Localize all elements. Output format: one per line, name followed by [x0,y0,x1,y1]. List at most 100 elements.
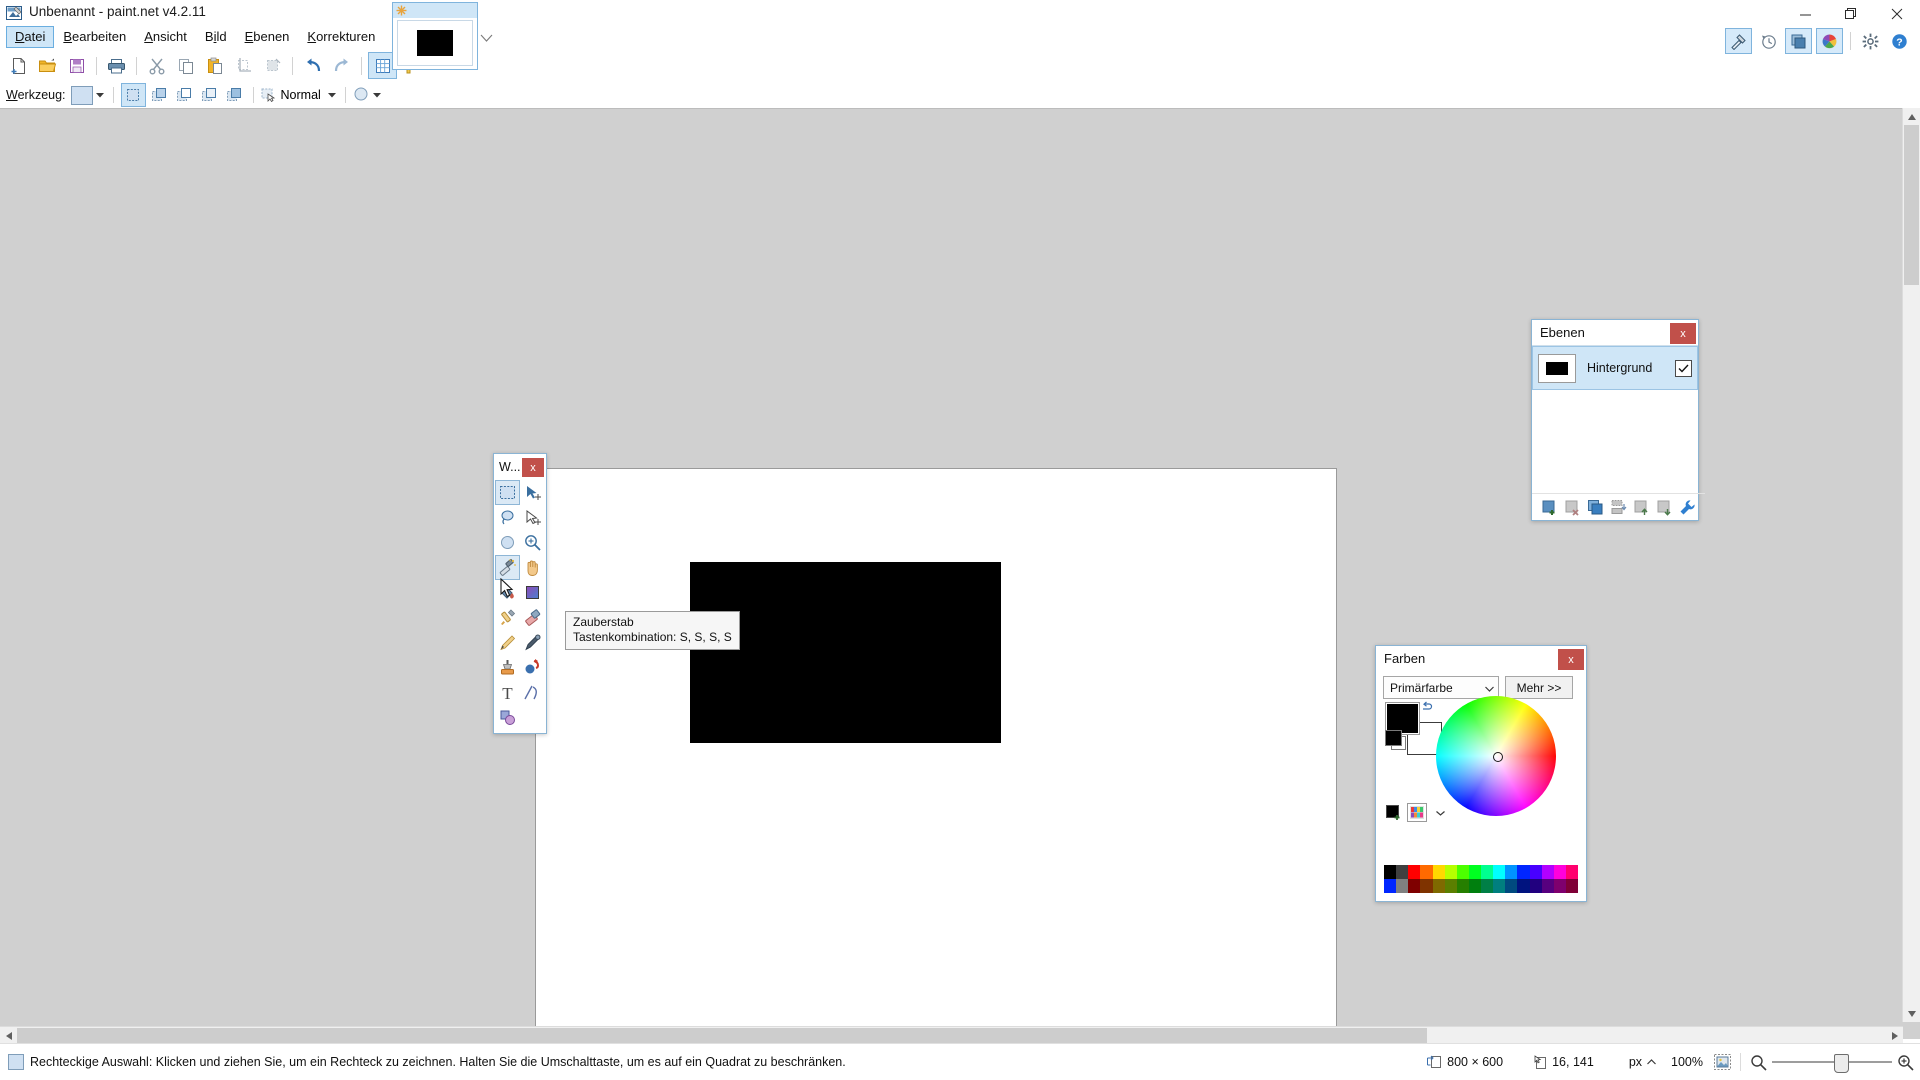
palette-swatch[interactable] [1493,865,1506,879]
vertical-scrollbar[interactable] [1902,108,1920,1022]
tools-window-icon[interactable] [1725,28,1752,54]
palette-swatch[interactable] [1384,879,1397,893]
more-colors-button[interactable]: Mehr >> [1505,676,1573,699]
palette-swatch[interactable] [1384,865,1397,879]
tab-overflow-chevron-icon[interactable] [480,32,493,46]
selection-mode-intersect[interactable] [223,84,246,106]
maximize-button[interactable] [1828,0,1874,28]
paste-icon[interactable] [201,53,228,78]
palette-swatch[interactable] [1565,865,1578,879]
move-selected-tool[interactable] [520,480,545,505]
palette-swatch[interactable] [1553,865,1566,879]
new-icon[interactable] [5,53,32,78]
palette-swatch[interactable] [1456,879,1469,893]
text-tool[interactable]: T [495,680,520,705]
color-picker-tool[interactable] [520,630,545,655]
unit-selector[interactable]: px [1629,1055,1656,1069]
colors-window-header[interactable]: Farben x [1376,646,1586,671]
color-wheel-picker[interactable] [1493,752,1503,762]
color-mode-select[interactable]: Primärfarbe [1383,676,1499,699]
gradient-tool[interactable] [520,580,545,605]
copy-icon[interactable] [172,53,199,78]
antialias-dropdown[interactable] [352,85,384,106]
palette-swatch[interactable] [1553,879,1566,893]
image-canvas[interactable] [536,469,1336,1039]
recolor-tool[interactable] [520,655,545,680]
merge-layer-icon[interactable] [1608,497,1628,517]
reset-colors-primary-icon[interactable] [1385,730,1402,746]
palette-swatch[interactable] [1517,879,1530,893]
layer-properties-icon[interactable] [1677,497,1697,517]
palette-swatch[interactable] [1444,865,1457,879]
palette-swatch[interactable] [1408,865,1421,879]
scroll-up-button[interactable] [1903,108,1920,125]
palette-swatch[interactable] [1493,879,1506,893]
active-tool-dropdown[interactable] [70,85,107,106]
cut-icon[interactable] [143,53,170,78]
undo-icon[interactable] [299,53,326,78]
canvas-workspace[interactable] [0,108,1920,1039]
paintbrush-tool[interactable] [495,605,520,630]
selection-mode-xor[interactable] [198,84,221,106]
scroll-down-button[interactable] [1903,1005,1920,1022]
delete-layer-icon[interactable] [1562,497,1582,517]
minimize-button[interactable] [1782,0,1828,28]
scroll-right-button[interactable] [1886,1027,1903,1044]
scroll-left-button[interactable] [0,1027,17,1044]
palette-swatch[interactable] [1481,865,1494,879]
ellipse-select-tool[interactable] [495,530,520,555]
lasso-select-tool[interactable] [495,505,520,530]
zoom-out-button[interactable] [1750,1054,1767,1071]
add-layer-icon[interactable] [1539,497,1559,517]
palette-presets-icon[interactable] [1407,803,1427,822]
palette-swatch[interactable] [1505,865,1518,879]
palette-swatch[interactable] [1481,879,1494,893]
palette-swatch[interactable] [1541,865,1554,879]
menu-datei[interactable]: DDateiatei [6,26,55,48]
colors-window-icon[interactable] [1816,28,1843,54]
move-layer-up-icon[interactable] [1631,497,1651,517]
vertical-scroll-thumb[interactable] [1904,125,1919,285]
duplicate-layer-icon[interactable] [1585,497,1605,517]
zoom-slider-thumb[interactable] [1834,1054,1849,1073]
zoom-in-button[interactable] [1897,1054,1914,1071]
menu-ebenen[interactable]: Ebenen [236,26,299,48]
zoom-slider[interactable] [1772,1054,1892,1073]
selection-mode-union[interactable] [148,84,171,106]
add-palette-color-icon[interactable] [1385,804,1403,821]
shapes-tool[interactable] [495,705,520,730]
palette-swatch[interactable] [1456,865,1469,879]
paint-bucket-tool[interactable] [495,580,520,605]
layers-window-header[interactable]: Ebenen x [1532,320,1698,345]
layer-row[interactable]: Hintergrund [1532,346,1698,390]
magic-wand-tool[interactable] [495,555,520,580]
menu-bearbeiten[interactable]: Bearbeiten [54,26,135,48]
move-layer-down-icon[interactable] [1654,497,1674,517]
pencil-tool[interactable] [495,630,520,655]
image-tab[interactable] [392,2,478,70]
save-icon[interactable] [63,53,90,78]
selection-mode-exclude[interactable] [173,84,196,106]
palette-swatch[interactable] [1468,865,1481,879]
palette-swatch[interactable] [1541,879,1554,893]
redo-icon[interactable] [328,53,355,78]
menu-korrekturen[interactable]: Korrekturen [298,26,384,48]
rectangle-select-tool[interactable] [495,480,520,505]
move-selection-tool[interactable] [520,505,545,530]
palette-swatch[interactable] [1565,879,1578,893]
layer-visibility-checkbox[interactable] [1675,359,1692,377]
palette-swatch[interactable] [1444,879,1457,893]
horizontal-scroll-thumb[interactable] [17,1028,1427,1043]
palette-swatch[interactable] [1432,865,1445,879]
menu-bild[interactable]: Bild [196,26,236,48]
menu-ansicht[interactable]: Ansicht [135,26,196,48]
palette-swatch[interactable] [1420,879,1433,893]
palette-swatch[interactable] [1432,879,1445,893]
selection-mode-replace[interactable] [120,83,146,107]
palette-swatch[interactable] [1420,865,1433,879]
color-palette[interactable] [1384,865,1578,893]
palette-swatch[interactable] [1408,879,1421,893]
history-window-icon[interactable] [1756,29,1781,53]
swap-colors-icon[interactable] [1421,700,1434,715]
pan-tool[interactable] [520,555,545,580]
